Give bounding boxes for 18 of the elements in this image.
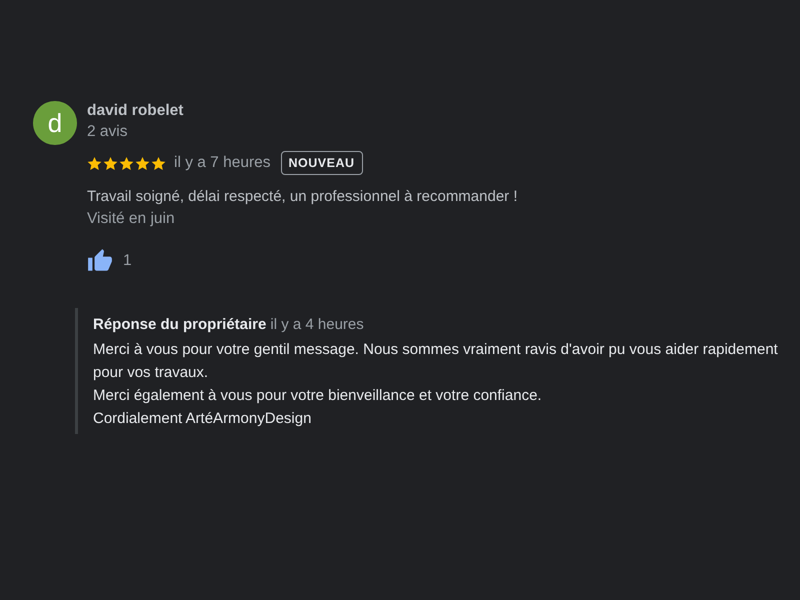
star-icon	[103, 156, 118, 170]
review-time: il y a 7 heures	[174, 154, 270, 172]
review-text: Travail soigné, délai respecté, un professionnel à recommander !	[87, 188, 519, 205]
review-count: 2 avis	[87, 123, 128, 141]
star-icon	[87, 156, 102, 170]
star-icon	[135, 156, 150, 170]
reply-paragraph: Merci à vous pour votre gentil message. Nous sommes vraiment ravis d'avoir pu vous aider rapidement pour vos travaux.	[93, 340, 779, 383]
like-count: 1	[123, 252, 132, 270]
reply-paragraph: Merci également à vous pour votre bienveillance et votre confiance.	[93, 386, 543, 406]
reply-time: il y a 4 heures	[270, 316, 364, 333]
new-badge: NOUVEAU	[280, 151, 363, 175]
star-icon	[151, 156, 166, 170]
reply-paragraph: Cordialement ArtéArmonyDesign	[93, 409, 312, 429]
author-name[interactable]: david robelet	[87, 102, 184, 120]
reply-title: Réponse du propriétaire	[93, 316, 266, 333]
visit-date: Visité en juin	[87, 210, 176, 228]
thumbs-up-icon[interactable]	[87, 248, 113, 274]
star-icon	[119, 156, 134, 170]
